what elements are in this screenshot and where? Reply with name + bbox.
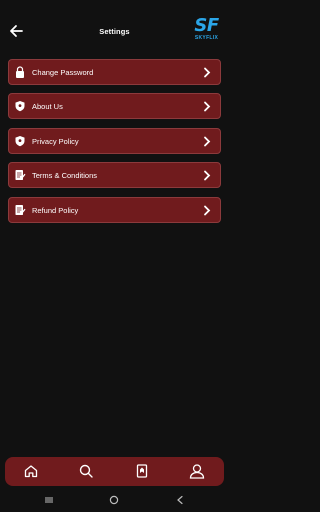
document-edit-icon: [15, 204, 26, 215]
menu-item-change-password[interactable]: Change Password: [8, 59, 221, 85]
search-icon[interactable]: [78, 463, 94, 479]
menu-item-refund-policy[interactable]: Refund Policy: [8, 196, 221, 223]
recent-apps-icon[interactable]: [44, 495, 54, 505]
shield-icon: [15, 135, 25, 146]
menu-item-about-us[interactable]: About Us: [8, 93, 221, 120]
chevron-right-icon: [204, 170, 211, 181]
home-circle-icon[interactable]: [109, 495, 119, 505]
chevron-right-icon: [204, 67, 211, 78]
chevron-right-icon: [204, 101, 211, 112]
lock-icon: [16, 66, 24, 78]
bottom-navigation: [5, 457, 224, 486]
system-navigation-bar: [0, 488, 229, 512]
menu-item-terms-conditions[interactable]: Terms & Conditions: [8, 162, 221, 189]
menu-item-label: Terms & Conditions: [32, 171, 98, 181]
shield-icon: [15, 101, 25, 112]
menu-item-privacy-policy[interactable]: Privacy Policy: [8, 127, 221, 154]
profile-icon[interactable]: [189, 463, 205, 479]
menu-item-label: Refund Policy: [32, 205, 79, 215]
document-edit-icon: [15, 170, 26, 181]
chevron-right-icon: [204, 205, 211, 215]
settings-menu: Change Password About Us Privacy Policy: [8, 59, 221, 231]
app-header: Settings SF SKYFLIX: [0, 0, 229, 56]
skyflix-logo: SF SKYFLIX: [194, 15, 219, 41]
menu-item-label: Change Password: [32, 68, 94, 77]
bookmark-icon[interactable]: [134, 463, 150, 479]
back-triangle-icon[interactable]: [175, 495, 185, 505]
menu-item-label: Privacy Policy: [32, 136, 79, 146]
home-icon[interactable]: [23, 463, 39, 479]
menu-item-label: About Us: [32, 102, 63, 112]
chevron-right-icon: [204, 136, 211, 147]
